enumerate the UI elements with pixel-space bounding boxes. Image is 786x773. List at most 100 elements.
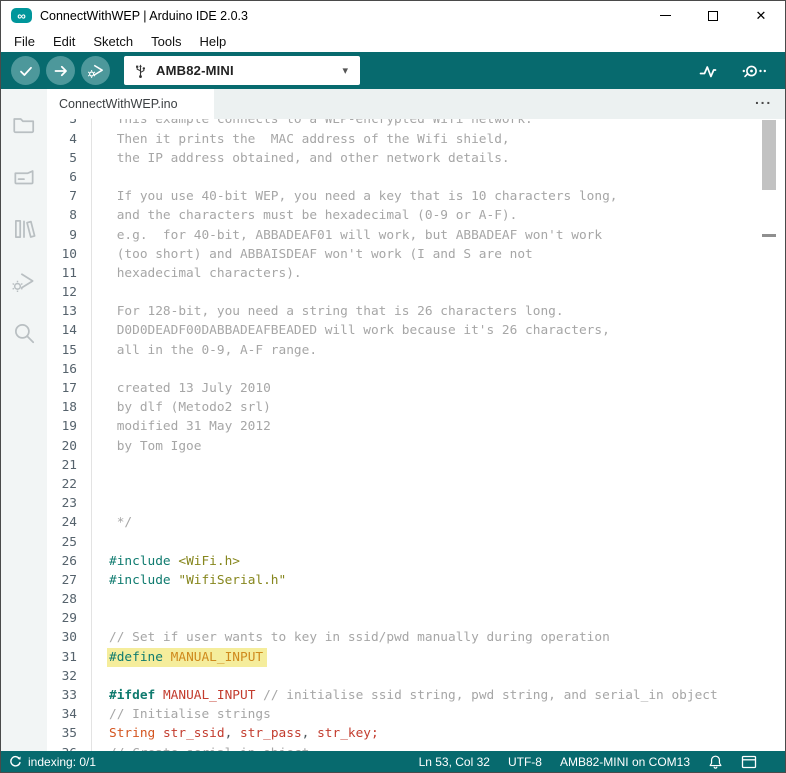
sidebar-item-sketchbook[interactable] bbox=[1, 99, 47, 151]
line-content: */ bbox=[91, 513, 785, 532]
code-line[interactable]: 18 by dlf (Metodo2 srl) bbox=[47, 398, 785, 417]
line-content: #include <WiFi.h> bbox=[91, 552, 785, 571]
line-content: // Create serial in object bbox=[91, 744, 785, 751]
menu-item-sketch[interactable]: Sketch bbox=[84, 32, 142, 51]
code-line[interactable]: 5 the IP address obtained, and other net… bbox=[47, 149, 785, 168]
notifications-button[interactable] bbox=[708, 754, 723, 770]
tab-label: ConnectWithWEP.ino bbox=[59, 97, 178, 111]
line-number: 15 bbox=[47, 341, 77, 360]
bell-icon bbox=[708, 754, 723, 770]
menu-bar: FileEditSketchToolsHelp bbox=[1, 30, 785, 52]
panel-layout-icon bbox=[741, 755, 757, 769]
vertical-scrollbar-thumb[interactable] bbox=[762, 120, 776, 190]
sidebar-item-library-manager[interactable] bbox=[1, 203, 47, 255]
code-line[interactable]: 33#ifdef MANUAL_INPUT // initialise ssid… bbox=[47, 686, 785, 705]
code-editor[interactable]: 3 This example connects to a WEP-encrypt… bbox=[47, 119, 785, 751]
code-line[interactable]: 28 bbox=[47, 590, 785, 609]
code-line[interactable]: 29 bbox=[47, 609, 785, 628]
line-number: 13 bbox=[47, 302, 77, 321]
code-line[interactable]: 27#include "WifiSerial.h" bbox=[47, 571, 785, 590]
code-line[interactable]: 10 (too short) and ABBAISDEAF won't work… bbox=[47, 245, 785, 264]
line-number: 18 bbox=[47, 398, 77, 417]
code-line[interactable]: 24 */ bbox=[47, 513, 785, 532]
menu-item-help[interactable]: Help bbox=[190, 32, 235, 51]
code-line[interactable]: 3 This example connects to a WEP-encrypt… bbox=[47, 119, 785, 130]
more-actions-button[interactable]: ··· bbox=[755, 95, 772, 111]
arduino-logo-icon: ∞ bbox=[11, 8, 32, 23]
status-bar: indexing: 0/1 Ln 53, Col 32 UTF-8 AMB82-… bbox=[1, 751, 785, 772]
code-line[interactable]: 16 bbox=[47, 360, 785, 379]
code-line[interactable]: 19 modified 31 May 2012 bbox=[47, 417, 785, 436]
code-line[interactable]: 21 bbox=[47, 456, 785, 475]
board-selector-dropdown[interactable]: AMB82-MINI ▾ bbox=[124, 56, 360, 85]
line-content: (too short) and ABBAISDEAF won't work (I… bbox=[91, 245, 785, 264]
code-line[interactable]: 20 by Tom Igoe bbox=[47, 437, 785, 456]
board-port-label[interactable]: AMB82-MINI on COM13 bbox=[560, 755, 690, 769]
folder-icon bbox=[11, 112, 37, 138]
minimize-button[interactable] bbox=[641, 1, 689, 30]
line-number: 36 bbox=[47, 744, 77, 751]
line-content bbox=[91, 456, 785, 475]
line-number: 8 bbox=[47, 206, 77, 225]
line-content bbox=[91, 475, 785, 494]
code-line[interactable]: 9 e.g. for 40-bit, ABBADEAF01 will work,… bbox=[47, 226, 785, 245]
line-content bbox=[91, 590, 785, 609]
maximize-button[interactable] bbox=[689, 1, 737, 30]
highlighted-text: #define MANUAL_INPUT bbox=[107, 648, 267, 667]
menu-item-tools[interactable]: Tools bbox=[142, 32, 190, 51]
main-area: ConnectWithWEP.ino ··· 3 This example co… bbox=[1, 89, 785, 751]
start-debugging-button[interactable] bbox=[81, 56, 110, 85]
code-lines: 3 This example connects to a WEP-encrypt… bbox=[47, 119, 785, 751]
upload-button[interactable] bbox=[46, 56, 75, 85]
code-line[interactable]: 26 #include <WiFi.h> bbox=[47, 552, 785, 571]
line-content: #ifdef MANUAL_INPUT // initialise ssid s… bbox=[91, 686, 785, 705]
code-line[interactable]: 32 bbox=[47, 667, 785, 686]
verify-button[interactable] bbox=[11, 56, 40, 85]
code-line[interactable]: 22 bbox=[47, 475, 785, 494]
toggle-panel-button[interactable] bbox=[741, 755, 757, 769]
serial-monitor-button[interactable] bbox=[742, 63, 769, 79]
line-number: 27 bbox=[47, 571, 77, 590]
code-line[interactable]: 15 all in the 0-9, A-F range. bbox=[47, 341, 785, 360]
close-button[interactable]: ✕ bbox=[737, 1, 785, 30]
serial-plotter-button[interactable] bbox=[698, 62, 722, 80]
code-line[interactable]: 17 created 13 July 2010 bbox=[47, 379, 785, 398]
line-content: #define MANUAL_INPUT bbox=[91, 648, 785, 667]
toolbar-right-icons bbox=[698, 62, 769, 80]
indexing-status: indexing: 0/1 bbox=[1, 755, 96, 769]
code-line[interactable]: 13 For 128-bit, you need a string that i… bbox=[47, 302, 785, 321]
code-line[interactable]: 35String str_ssid, str_pass, str_key; bbox=[47, 724, 785, 743]
line-content bbox=[91, 168, 785, 187]
line-number: 26 bbox=[47, 552, 77, 571]
code-line[interactable]: 34// Initialise strings bbox=[47, 705, 785, 724]
line-content: created 13 July 2010 bbox=[91, 379, 785, 398]
code-line[interactable]: 23 bbox=[47, 494, 785, 513]
sidebar-item-search[interactable] bbox=[1, 307, 47, 359]
sidebar-item-boards-manager[interactable] bbox=[1, 151, 47, 203]
code-line[interactable]: 36 // Create serial in object bbox=[47, 744, 785, 751]
code-line[interactable]: 8 and the characters must be hexadecimal… bbox=[47, 206, 785, 225]
window-title: ConnectWithWEP | Arduino IDE 2.0.3 bbox=[40, 9, 248, 23]
line-number: 35 bbox=[47, 724, 77, 743]
code-line[interactable]: 4 Then it prints the MAC address of the … bbox=[47, 130, 785, 149]
code-line[interactable]: 30// Set if user wants to key in ssid/pw… bbox=[47, 628, 785, 647]
code-line[interactable]: 14 D0D0DEADF00DABBADEAFBEADED will work … bbox=[47, 321, 785, 340]
menu-item-edit[interactable]: Edit bbox=[44, 32, 84, 51]
menu-item-file[interactable]: File bbox=[5, 32, 44, 51]
magnifier-dots-icon bbox=[742, 63, 769, 79]
line-number: 17 bbox=[47, 379, 77, 398]
code-line[interactable]: 7 If you use 40-bit WEP, you need a key … bbox=[47, 187, 785, 206]
line-content bbox=[91, 494, 785, 513]
line-content: all in the 0-9, A-F range. bbox=[91, 341, 785, 360]
code-line[interactable]: 11 hexadecimal characters). bbox=[47, 264, 785, 283]
cursor-position: Ln 53, Col 32 bbox=[419, 755, 490, 769]
code-line[interactable]: 12 bbox=[47, 283, 785, 302]
tab-connectwithwep-ino[interactable]: ConnectWithWEP.ino bbox=[47, 89, 214, 119]
line-number: 7 bbox=[47, 187, 77, 206]
sidebar-item-debug[interactable] bbox=[1, 255, 47, 307]
code-line[interactable]: 31#define MANUAL_INPUT bbox=[47, 648, 785, 667]
code-line[interactable]: 25 bbox=[47, 533, 785, 552]
encoding-label: UTF-8 bbox=[508, 755, 542, 769]
line-number: 30 bbox=[47, 628, 77, 647]
code-line[interactable]: 6 bbox=[47, 168, 785, 187]
